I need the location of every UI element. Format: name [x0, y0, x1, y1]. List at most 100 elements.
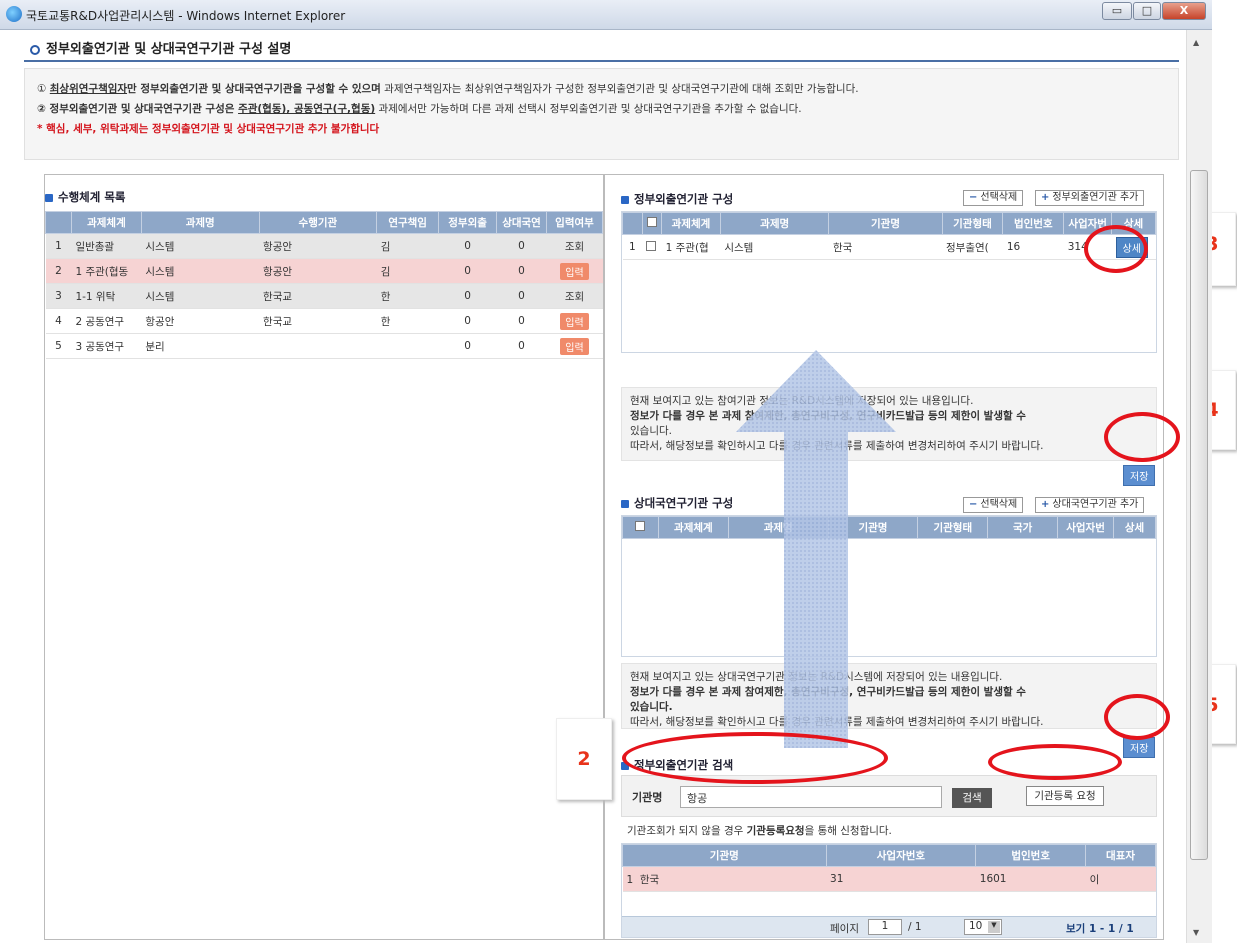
row-name: 시스템	[720, 234, 829, 260]
table-row[interactable]: 1 일반총괄 시스템 항공안 김 0 0 조회	[45, 233, 603, 259]
table-row[interactable]: 4 2 공동연구 항공안 한국교 한 0 0 입력	[45, 308, 603, 334]
notice2-underline: 주관(협동), 공동연구(구,협동)	[238, 103, 376, 115]
search-hint: 기관조회가 되지 않을 경우 기관등록요청을 통해 신청합니다.	[627, 823, 892, 838]
view-button[interactable]: 조회	[546, 283, 603, 309]
gov-add-button[interactable]: + 정부외출연기관 추가	[1035, 190, 1145, 206]
hint-pre: 기관조회가 되지 않을 경우	[627, 825, 747, 837]
cnt-delete-label: 선택삭제	[980, 499, 1018, 510]
gov-add-label: 정부외출연기관 추가	[1052, 192, 1139, 203]
cnt-save-button[interactable]: 저장	[1123, 737, 1156, 758]
gov-save-button[interactable]: 저장	[1123, 465, 1156, 486]
select-all-checkbox[interactable]	[646, 217, 657, 227]
row-name: 분리	[141, 333, 260, 359]
row-sys: 1 주관(협동	[71, 258, 142, 284]
gov-col-type: 기관형태	[941, 212, 1004, 235]
perf-col-no	[45, 211, 72, 234]
row-no: 1	[626, 873, 634, 886]
cnt-col-detail: 상세	[1113, 516, 1156, 539]
hint-bold: 기관등록요청	[746, 825, 805, 837]
notice2-rest: 과제에서만 가능하며 다른 과제 선택시 정부외출연기관 및 상대국연구기관을 …	[375, 103, 802, 115]
table-row[interactable]: 1 한국 31 1601 이	[622, 866, 1156, 892]
search-label: 기관명	[632, 791, 663, 804]
row-lead: 김	[376, 258, 439, 284]
minus-icon: −	[969, 192, 978, 203]
cnt-add-button[interactable]: + 상대국연구기관 추가	[1035, 497, 1145, 513]
perf-col-org: 수행기관	[258, 211, 378, 234]
chevron-down-icon: ▼	[988, 921, 1000, 933]
row-lead	[376, 333, 439, 359]
perf-col-name: 과제명	[140, 211, 260, 234]
perf-title-text: 수행체계 목록	[58, 190, 126, 204]
search-col-rep: 대표자	[1085, 844, 1156, 867]
minimize-button[interactable]: ▭	[1102, 2, 1132, 20]
section-bullet-icon	[621, 499, 629, 508]
scroll-thumb[interactable]	[1190, 170, 1208, 860]
result-count: 보기 1 - 1 / 1	[1066, 923, 1134, 935]
search-col-corp: 법인번호	[975, 844, 1087, 867]
plus-icon: +	[1041, 192, 1050, 203]
row-sys: 일반총괄	[71, 233, 142, 259]
row-org: 항공안	[259, 258, 377, 284]
table-row[interactable]: 1 1 주관(협 시스템 한국 정부출연( 16 314 상세	[622, 234, 1156, 260]
row-checkbox[interactable]	[646, 240, 657, 251]
page-content: 정부외출연기관 및 상대국연구기관 구성 설명 ① 최상위연구책임자만 정부외출…	[18, 30, 1186, 943]
gov-delete-label: 선택삭제	[980, 192, 1018, 203]
notice-line-3: * 핵심, 세부, 위탁과제는 정부외출연기관 및 상대국연구기관 추가 불가합…	[37, 123, 380, 135]
row-name: 한국	[639, 873, 660, 886]
input-button[interactable]: 입력	[560, 312, 589, 330]
table-row[interactable]: 2 1 주관(협동 시스템 항공안 김 0 0 입력	[45, 258, 603, 284]
plus-icon: +	[1041, 499, 1050, 510]
cnt-title-text: 상대국연구기관 구성	[634, 496, 734, 510]
row-gov: 0	[438, 233, 497, 259]
view-button[interactable]: 조회	[546, 233, 603, 259]
row-rep: 이	[1085, 866, 1156, 892]
maximize-button[interactable]: □	[1133, 2, 1161, 20]
cnt-delete-button[interactable]: − 선택삭제	[963, 497, 1024, 513]
notice1-bold: 만 정부외출연기관 및 상대국연구기관을 구성할 수 있으며	[127, 83, 381, 95]
row-biz: 31	[826, 866, 976, 892]
cnt-col-biz: 사업자번	[1057, 516, 1115, 539]
scroll-up-icon[interactable]: ▲	[1193, 38, 1199, 47]
gov-col-sys: 과제체계	[661, 212, 721, 235]
row-org: 항공안	[259, 233, 377, 259]
row-no: 2	[45, 258, 72, 284]
close-button[interactable]: X	[1162, 2, 1206, 20]
gov-delete-button[interactable]: − 선택삭제	[963, 190, 1024, 206]
page-input[interactable]: 1	[868, 919, 902, 935]
vertical-scrollbar[interactable]: ▲ ▼	[1186, 30, 1212, 943]
notice1-prefix: ①	[37, 83, 50, 95]
table-row[interactable]: 3 1-1 위탁 시스템 한국교 한 0 0 조회	[45, 283, 603, 309]
input-button[interactable]: 입력	[560, 337, 589, 355]
row-cnt: 0	[496, 283, 547, 309]
search-button[interactable]: 검색	[952, 788, 992, 808]
page-total: / 1	[908, 921, 922, 933]
page-title-text: 정부외출연기관 및 상대국연구기관 구성 설명	[46, 42, 292, 57]
select-all-checkbox[interactable]	[635, 521, 646, 531]
row-no: 1	[622, 234, 643, 260]
row-gov: 0	[438, 333, 497, 359]
input-button[interactable]: 입력	[560, 262, 589, 280]
cnt-add-label: 상대국연구기관 추가	[1052, 499, 1139, 510]
search-header-row: 기관명 사업자번호 법인번호 대표자	[622, 844, 1156, 867]
pager: 페이지 1 / 1 10 ▼ 보기 1 - 1 / 1	[622, 916, 1156, 937]
input-cell: 입력	[546, 308, 603, 334]
row-org: 한국교	[259, 308, 377, 334]
perf-col-sys: 과제체계	[70, 211, 142, 234]
input-cell: 입력	[546, 333, 603, 359]
row-no: 4	[45, 308, 72, 334]
row-org: 한국	[828, 234, 943, 260]
register-request-button[interactable]: 기관등록 요청	[1026, 786, 1104, 806]
section-bullet-icon	[621, 195, 629, 204]
annotation-ellipse-3	[1084, 225, 1148, 273]
gov-col-no	[622, 212, 643, 235]
annotation-ellipse-register	[988, 744, 1122, 780]
gov-title: 정부외출연기관 구성	[621, 191, 733, 207]
table-row[interactable]: 5 3 공동연구 분리 0 0 입력	[45, 333, 603, 359]
row-check-cell	[642, 234, 662, 260]
hint-post: 을 통해 신청합니다.	[804, 825, 892, 837]
annotation-ellipse-2	[622, 732, 888, 784]
search-input[interactable]: 항공	[680, 786, 942, 808]
annotation-ellipse-5	[1104, 694, 1170, 740]
page-size-select[interactable]: 10 ▼	[964, 919, 1002, 935]
scroll-down-icon[interactable]: ▼	[1193, 928, 1199, 937]
